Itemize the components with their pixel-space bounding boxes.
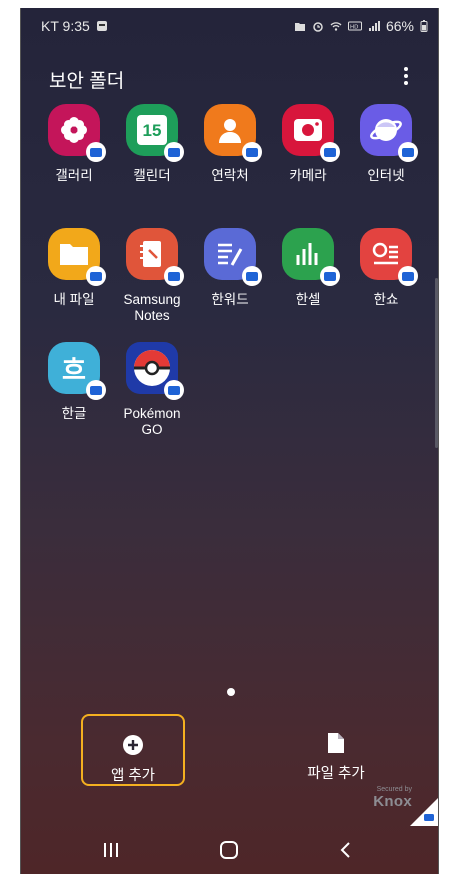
- secure-folder-screen: KT 9:35 HD 66% 보안 폴더 갤러리 15 캘린더 연락처 카메라 …: [20, 8, 439, 874]
- secure-badge-icon: [320, 266, 340, 286]
- contacts-icon: [204, 104, 262, 162]
- app-label: Pokémon GO: [123, 406, 181, 437]
- more-options-icon: [404, 67, 408, 71]
- app-label: 캘린더: [133, 168, 171, 183]
- home-button[interactable]: [209, 838, 249, 862]
- knox-logo: Secured by Knox: [373, 786, 412, 810]
- app-internet[interactable]: 인터넷: [347, 104, 425, 184]
- back-button[interactable]: [325, 838, 365, 862]
- app-label: 갤러리: [55, 168, 93, 183]
- samsung-notes-icon: [126, 228, 184, 286]
- page-title: 보안 폴더: [49, 71, 125, 92]
- app-hanword[interactable]: 한워드: [191, 228, 269, 308]
- secure-badge-icon: [164, 380, 184, 400]
- app-label: 내 파일: [53, 292, 95, 307]
- secure-badge-icon: [86, 142, 106, 162]
- add-app-label: 앱 추가: [110, 768, 156, 784]
- secure-badge-icon: [86, 380, 106, 400]
- app-samsung-notes[interactable]: Samsung Notes: [113, 228, 191, 324]
- app-label: 카메라: [289, 168, 327, 183]
- app-label: 한쇼: [373, 292, 399, 307]
- secure-badge-icon: [398, 266, 418, 286]
- more-options-button[interactable]: [394, 64, 418, 88]
- hanshow-icon: [360, 228, 418, 286]
- camera-icon: [282, 104, 340, 162]
- svg-text:HD: HD: [350, 25, 358, 31]
- secure-badge-icon: [320, 142, 340, 162]
- add-app-button[interactable]: 앱 추가: [81, 714, 185, 786]
- pokemon-go-icon: [126, 342, 184, 400]
- secure-badge-icon: [164, 142, 184, 162]
- recent-apps-button[interactable]: [91, 838, 131, 862]
- home-icon: [220, 841, 238, 859]
- app-label: 한워드: [211, 292, 249, 307]
- recent-apps-icon: [104, 843, 118, 857]
- secure-badge-icon: [398, 142, 418, 162]
- status-bar: KT 9:35 HD 66%: [21, 8, 438, 44]
- battery-percent: 66%: [385, 18, 414, 34]
- calendar-date: 15: [137, 115, 167, 145]
- carrier-time: KT 9:35: [41, 18, 90, 34]
- calendar-icon: 15: [126, 104, 184, 162]
- file-icon: [328, 733, 344, 753]
- scrollbar[interactable]: [435, 278, 438, 448]
- app-contacts[interactable]: 연락처: [191, 104, 269, 184]
- signal-icon: [368, 21, 380, 31]
- app-label: Samsung Notes: [123, 292, 181, 323]
- secure-folder-corner-icon: [410, 798, 438, 826]
- app-my-files[interactable]: 내 파일: [35, 228, 113, 308]
- app-label: 한셀: [295, 292, 321, 307]
- add-file-button[interactable]: 파일 추가: [281, 714, 391, 786]
- hangul-icon: 흐: [48, 342, 106, 400]
- add-circle-icon: [123, 735, 143, 755]
- secure-badge-icon: [164, 266, 184, 286]
- app-header: 보안 폴더: [21, 52, 438, 100]
- hancell-icon: [282, 228, 340, 286]
- app-hanshow[interactable]: 한쇼: [347, 228, 425, 308]
- app-hancell[interactable]: 한셀: [269, 228, 347, 308]
- hangul-glyph: 흐: [62, 355, 86, 386]
- secure-folder-status-icon: [294, 23, 305, 31]
- secure-badge-icon: [242, 142, 262, 162]
- app-hangul[interactable]: 흐 한글: [35, 342, 113, 422]
- app-label: 인터넷: [367, 168, 405, 183]
- secure-badge-icon: [86, 266, 106, 286]
- volte-icon: HD: [347, 21, 362, 31]
- app-label: 연락처: [211, 168, 249, 183]
- gallery-icon: [48, 104, 106, 162]
- secure-badge-icon: [242, 266, 262, 286]
- knox-brand-text: Knox: [373, 793, 412, 810]
- wifi-icon: [330, 22, 342, 31]
- alarm-icon: [313, 22, 323, 32]
- my-files-icon: [48, 228, 106, 286]
- notification-icon: [96, 21, 107, 31]
- app-calendar[interactable]: 15 캘린더: [113, 104, 191, 184]
- add-file-label: 파일 추가: [307, 766, 365, 782]
- app-gallery[interactable]: 갤러리: [35, 104, 113, 184]
- battery-icon: [420, 20, 428, 32]
- page-indicator: [227, 688, 235, 696]
- app-pokemon-go[interactable]: Pokémon GO: [113, 342, 191, 438]
- navigation-bar: [21, 826, 438, 874]
- internet-icon: [360, 104, 418, 162]
- back-icon: [340, 842, 350, 858]
- hanword-icon: [204, 228, 262, 286]
- secured-by-text: Secured by: [376, 786, 412, 793]
- app-camera[interactable]: 카메라: [269, 104, 347, 184]
- app-label: 한글: [61, 406, 87, 421]
